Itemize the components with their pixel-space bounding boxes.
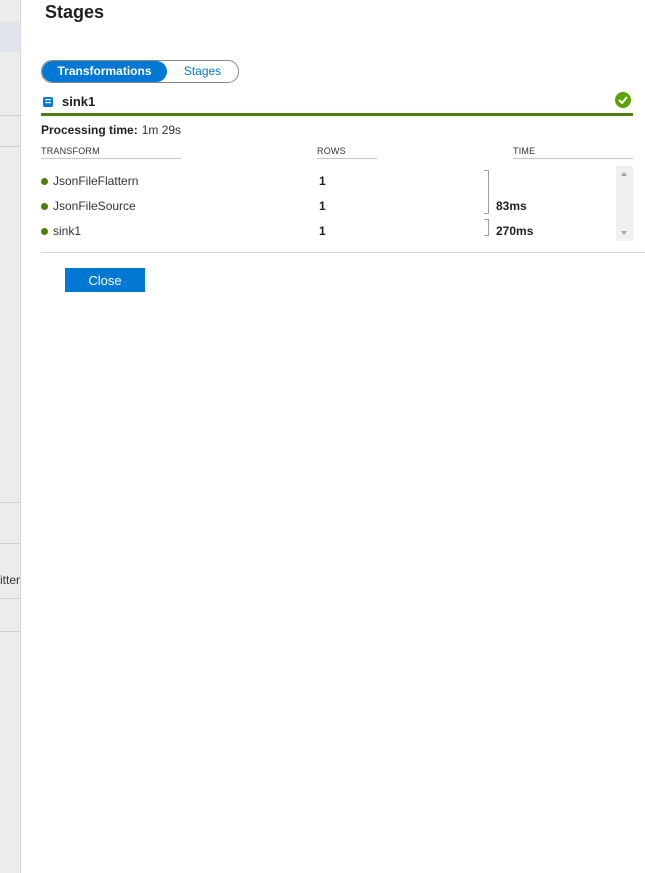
background-divider — [0, 146, 20, 147]
processing-time: Processing time: 1m 29s — [41, 123, 181, 137]
table-row: JsonFileSource 1 83ms — [41, 197, 611, 217]
column-header-time: TIME — [513, 146, 633, 159]
background-text-fragment: itter — [0, 573, 21, 587]
close-button[interactable]: Close — [65, 268, 145, 292]
tab-stages[interactable]: Stages — [167, 61, 238, 82]
table-row: sink1 1 270ms — [41, 219, 611, 242]
stages-panel: Stages Transformations Stages sink1 Proc… — [21, 0, 645, 873]
time-value: 270ms — [496, 224, 534, 238]
tab-transformations[interactable]: Transformations — [42, 61, 167, 82]
sink-icon — [43, 95, 53, 107]
row-count: 1 — [319, 224, 326, 238]
sink-header: sink1 — [41, 92, 633, 116]
column-header-transform: TRANSFORM — [41, 146, 181, 159]
background-selected-row — [0, 22, 20, 52]
panel-divider — [41, 252, 645, 253]
status-dot — [41, 203, 48, 210]
sink-name: sink1 — [62, 94, 96, 109]
processing-time-value: 1m 29s — [141, 123, 182, 137]
background-divider — [0, 115, 20, 116]
success-check-icon — [615, 92, 631, 108]
table-scrollbar[interactable] — [616, 166, 633, 241]
column-header-rows: ROWS — [317, 146, 377, 159]
status-dot — [41, 178, 48, 185]
view-toggle: Transformations Stages — [41, 60, 239, 83]
background-page: itter — [0, 0, 21, 873]
transform-name: JsonFileFlattern — [53, 174, 139, 188]
background-divider — [0, 598, 20, 599]
table-row: JsonFileFlattern 1 — [41, 170, 611, 214]
background-divider — [0, 502, 20, 503]
transform-name: JsonFileSource — [53, 199, 136, 213]
scroll-down-icon[interactable] — [621, 231, 627, 235]
processing-time-label: Processing time: — [41, 123, 138, 137]
row-count: 1 — [319, 174, 326, 188]
panel-title: Stages — [45, 2, 105, 22]
background-divider — [0, 631, 20, 632]
time-value: 83ms — [496, 199, 527, 213]
transform-name: sink1 — [53, 224, 82, 238]
timeline-bracket — [484, 219, 489, 236]
status-dot — [41, 228, 48, 235]
background-divider — [0, 543, 20, 544]
scroll-up-icon[interactable] — [621, 172, 627, 176]
row-count: 1 — [319, 199, 326, 213]
